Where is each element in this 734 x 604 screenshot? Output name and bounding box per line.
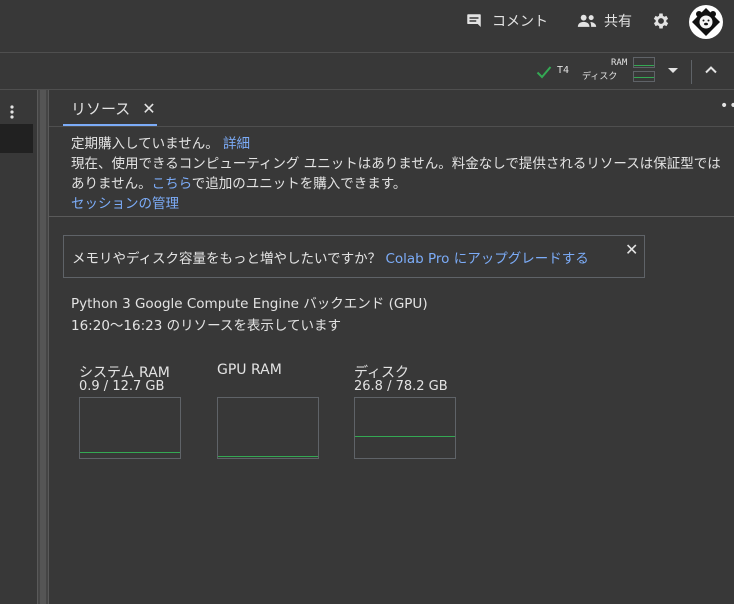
toolbar-divider bbox=[691, 60, 692, 84]
tab-resources[interactable]: リソース ✕ bbox=[63, 90, 164, 126]
details-link[interactable]: 詳細 bbox=[223, 136, 250, 152]
gauge-gpu-ram: GPU RAM bbox=[217, 362, 319, 459]
gauge-title: ディスク bbox=[354, 365, 410, 381]
time-range-line: 16:20～16:23 のリソースを表示しています bbox=[71, 318, 342, 334]
purchase-link[interactable]: こちら bbox=[152, 176, 192, 192]
tab-resources-label: リソース bbox=[71, 99, 131, 118]
settings-button[interactable] bbox=[651, 8, 671, 34]
top-header: コメント 共有 bbox=[0, 0, 734, 53]
subscription-status: 定期購入していません。 bbox=[71, 136, 219, 152]
usage-line bbox=[80, 452, 180, 453]
gpu-type[interactable]: T4 bbox=[557, 65, 569, 76]
gear-icon bbox=[651, 11, 671, 31]
subscription-info: 定期購入していません。 詳細 現在、使用できるコンピューティング ユニットはあり… bbox=[71, 134, 731, 214]
comment-icon bbox=[465, 12, 483, 30]
scrollbar[interactable] bbox=[40, 90, 46, 604]
close-icon[interactable]: ✕ bbox=[625, 240, 638, 259]
divider bbox=[49, 126, 734, 127]
share-button[interactable]: 共有 bbox=[577, 8, 632, 34]
gauge-title: システム RAM bbox=[79, 365, 170, 381]
usage-line bbox=[355, 436, 455, 437]
share-label: 共有 bbox=[604, 14, 632, 30]
ram-label: RAM bbox=[611, 58, 628, 68]
disk-usage-mini-line bbox=[634, 77, 654, 78]
gauge-value: 26.8 / 78.2 GB bbox=[354, 379, 448, 394]
ram-usage-mini-bar[interactable] bbox=[633, 57, 655, 68]
upgrade-question: メモリやディスク容量をもっと増やしたいですか？ bbox=[72, 251, 382, 267]
usage-chart[interactable] bbox=[217, 397, 319, 459]
usage-chart[interactable] bbox=[79, 397, 181, 459]
more-horiz-icon[interactable]: ••• bbox=[720, 98, 734, 114]
usage-chart[interactable] bbox=[354, 397, 456, 459]
upgrade-banner: メモリやディスク容量をもっと増やしたいですか？ Colab Pro にアップグレ… bbox=[63, 235, 645, 278]
disk-usage-mini-bar[interactable] bbox=[633, 71, 655, 82]
backend-line: Python 3 Google Compute Engine バックエンド (G… bbox=[71, 296, 428, 312]
code-cell-stub[interactable] bbox=[0, 124, 33, 153]
comment-label: コメント bbox=[492, 14, 548, 30]
resources-panel: リソース ✕ ••• 定期購入していません。 詳細 現在、使用できるコンピューテ… bbox=[49, 90, 734, 604]
close-icon[interactable]: ✕ bbox=[142, 99, 155, 118]
purchase-text: で追加のユニットを購入できます。 bbox=[191, 176, 407, 192]
people-icon bbox=[577, 13, 597, 29]
left-sidebar bbox=[0, 90, 37, 604]
runtime-dropdown-icon[interactable] bbox=[668, 68, 678, 73]
comment-button[interactable]: コメント bbox=[465, 8, 548, 34]
gauge-title: GPU RAM bbox=[217, 362, 282, 378]
gauge-value bbox=[217, 379, 319, 397]
divider bbox=[49, 216, 734, 217]
runtime-toolbar: T4 RAM ディスク bbox=[0, 54, 734, 90]
backend-info: Python 3 Google Compute Engine バックエンド (G… bbox=[71, 293, 428, 337]
colab-window: コメント 共有 T4 RAM ディスク リソース ✕ • 定期購入していません。… bbox=[0, 0, 734, 604]
disk-label: ディスク bbox=[582, 72, 618, 82]
gauge-disk: ディスク 26.8 / 78.2 GB bbox=[354, 362, 456, 459]
upgrade-link[interactable]: Colab Pro にアップグレードする bbox=[385, 251, 588, 267]
chevron-up-icon[interactable] bbox=[703, 62, 719, 82]
gauge-system-ram: システム RAM 0.9 / 12.7 GB bbox=[79, 362, 181, 459]
usage-line bbox=[218, 456, 318, 457]
manage-sessions-link[interactable]: セッションの管理 bbox=[71, 196, 179, 212]
connected-check-icon bbox=[536, 64, 552, 83]
gauge-value: 0.9 / 12.7 GB bbox=[79, 379, 165, 394]
more-vert-icon[interactable] bbox=[0, 100, 24, 124]
avatar[interactable] bbox=[689, 5, 723, 39]
ram-usage-mini-line bbox=[634, 65, 654, 66]
